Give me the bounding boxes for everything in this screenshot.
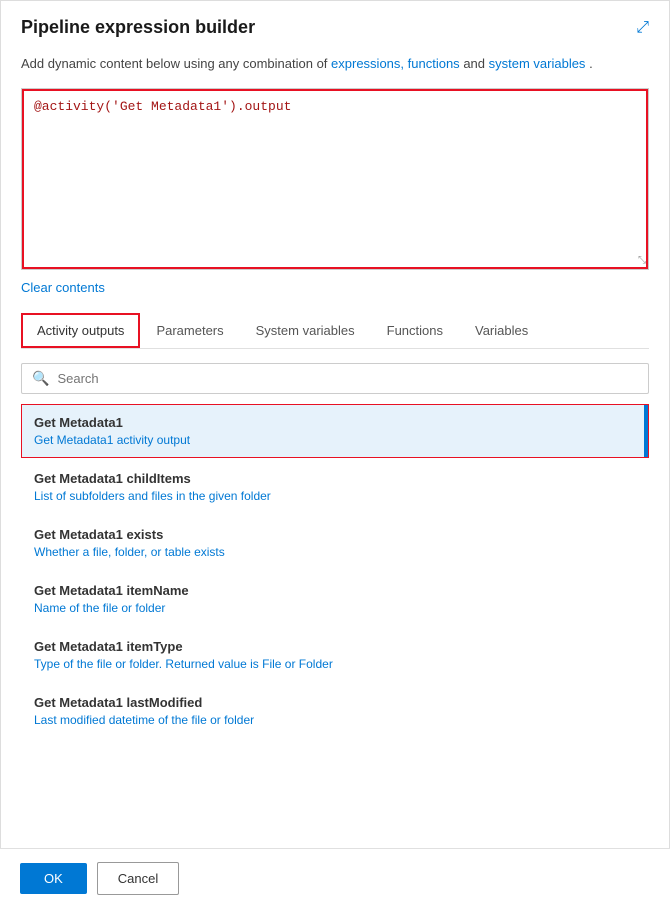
search-container: 🔍 [21, 363, 649, 394]
list-item[interactable]: Get Metadata1 itemType Type of the file … [21, 628, 649, 682]
dialog-subtitle: Add dynamic content below using any comb… [1, 48, 669, 88]
tab-variables[interactable]: Variables [459, 313, 544, 348]
pipeline-expression-builder-dialog: Pipeline expression builder ⤢ Add dynami… [0, 0, 670, 908]
subtitle-text: Add dynamic content below using any comb… [21, 56, 331, 71]
ok-button[interactable]: OK [20, 863, 87, 894]
list-item-desc: Whether a file, folder, or table exists [34, 545, 636, 559]
list-item-title: Get Metadata1 lastModified [34, 695, 636, 710]
list-item-desc: Name of the file or folder [34, 601, 636, 615]
system-variables-link[interactable]: system variables [489, 56, 586, 71]
expression-value[interactable]: @activity('Get Metadata1').output [22, 89, 648, 269]
list-item-desc: List of subfolders and files in the give… [34, 489, 636, 503]
tab-functions[interactable]: Functions [371, 313, 459, 348]
resize-handle[interactable]: ⤡ [634, 255, 646, 267]
list-item-desc: Last modified datetime of the file or fo… [34, 713, 636, 727]
list-item-title: Get Metadata1 [34, 415, 636, 430]
selected-bar [644, 405, 648, 457]
list-item-title: Get Metadata1 itemType [34, 639, 636, 654]
search-icon: 🔍 [32, 370, 49, 387]
list-item-title: Get Metadata1 childItems [34, 471, 636, 486]
tab-system-variables[interactable]: System variables [240, 313, 371, 348]
expressions-link[interactable]: expressions, [331, 56, 404, 71]
functions-link[interactable]: functions [408, 56, 460, 71]
tab-activity-outputs[interactable]: Activity outputs [21, 313, 140, 348]
list-item-desc: Type of the file or folder. Returned val… [34, 657, 636, 671]
list-item-title: Get Metadata1 itemName [34, 583, 636, 598]
list-item-desc: Get Metadata1 activity output [34, 433, 636, 447]
expand-icon[interactable]: ⤢ [636, 19, 649, 37]
tab-parameters[interactable]: Parameters [140, 313, 239, 348]
subtitle-and-text: and [463, 56, 488, 71]
expression-container: @activity('Get Metadata1').output ⤡ [21, 88, 649, 270]
dialog-header: Pipeline expression builder ⤢ [1, 1, 669, 48]
subtitle-end-text: . [589, 56, 593, 71]
list-item-title: Get Metadata1 exists [34, 527, 636, 542]
clear-contents-link[interactable]: Clear contents [21, 280, 649, 295]
dialog-title: Pipeline expression builder [21, 17, 255, 38]
list-item[interactable]: Get Metadata1 childItems List of subfold… [21, 460, 649, 514]
list-item[interactable]: Get Metadata1 exists Whether a file, fol… [21, 516, 649, 570]
cancel-button[interactable]: Cancel [97, 862, 179, 895]
list-item[interactable]: Get Metadata1 Get Metadata1 activity out… [21, 404, 649, 458]
dialog-footer: OK Cancel [0, 848, 670, 908]
list-item[interactable]: Get Metadata1 itemName Name of the file … [21, 572, 649, 626]
search-input[interactable] [57, 371, 638, 386]
tabs-container: Activity outputs Parameters System varia… [21, 313, 649, 349]
items-list: Get Metadata1 Get Metadata1 activity out… [21, 404, 649, 908]
list-item[interactable]: Get Metadata1 lastModified Last modified… [21, 684, 649, 738]
